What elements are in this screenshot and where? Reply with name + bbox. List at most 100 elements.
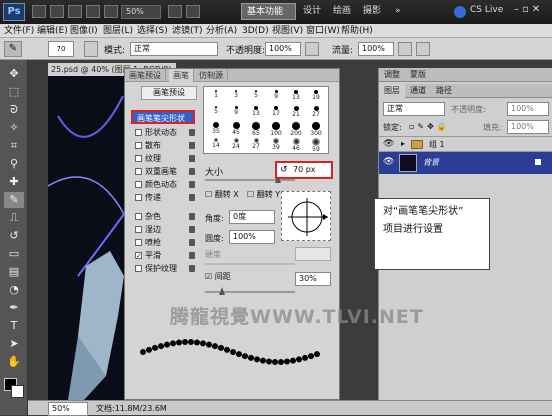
lock-icon[interactable] xyxy=(189,168,195,175)
lock-icon[interactable] xyxy=(189,265,195,272)
cs-live-icon[interactable] xyxy=(454,6,466,18)
spacing-input[interactable]: 30% xyxy=(295,272,331,286)
window-controls[interactable]: –▫✕ xyxy=(514,4,550,18)
brush-option-row[interactable]: 传递 xyxy=(135,192,205,204)
quick-select-icon[interactable]: ✧ xyxy=(4,120,24,136)
blur-tool-icon[interactable]: ◔ xyxy=(4,282,24,298)
option-checkbox[interactable]: ✓ xyxy=(135,252,142,260)
hand-icon[interactable] xyxy=(86,5,100,18)
layer-background-row[interactable]: 👁 背景 xyxy=(379,152,552,174)
tab-channels[interactable]: 通道 xyxy=(405,84,431,98)
menu-filter[interactable]: 滤镜(T) xyxy=(172,24,203,38)
arrange-docs-icon[interactable] xyxy=(168,5,182,18)
brush-option-row[interactable]: 颜色动态 xyxy=(135,179,205,191)
brush-option-row[interactable]: ✓ 平滑 xyxy=(135,250,205,262)
angle-roundness-widget[interactable] xyxy=(282,192,332,242)
brush-option-row[interactable]: 纹理 xyxy=(135,153,205,165)
menu-view[interactable]: 视图(V) xyxy=(272,24,303,38)
tab-paths[interactable]: 路径 xyxy=(431,84,457,98)
tab-adjustments[interactable]: 调整 xyxy=(379,68,405,82)
menu-layer[interactable]: 图层(L) xyxy=(103,24,133,38)
marquee-tool-icon[interactable]: ⬚ xyxy=(4,84,24,100)
brush-tip-cell[interactable]: 39 xyxy=(267,137,285,159)
bridge-icon[interactable] xyxy=(32,5,46,18)
menu-help[interactable]: 帮助(H) xyxy=(341,24,373,38)
menu-file[interactable]: 文件(F) xyxy=(4,24,34,38)
minibridge-icon[interactable] xyxy=(50,5,64,18)
flip-x-checkbox[interactable]: ☐ 翻转 X xyxy=(205,189,239,200)
workspace-essentials[interactable]: 基本功能 xyxy=(241,3,296,20)
tab-masks[interactable]: 蒙版 xyxy=(405,68,431,82)
brush-option-row[interactable]: 双重画笔 xyxy=(135,166,205,178)
brush-tip-cell[interactable]: 27 xyxy=(247,137,265,159)
background-color-swatch[interactable] xyxy=(11,385,24,398)
mode-select[interactable]: 正常 xyxy=(130,42,218,56)
lock-icon[interactable] xyxy=(189,213,195,220)
brush-option-row[interactable]: 喷枪 xyxy=(135,237,205,249)
layer-group-row[interactable]: 👁 ▸ 组 1 xyxy=(379,136,552,152)
option-checkbox[interactable] xyxy=(135,142,142,149)
brush-option-row[interactable]: 散布 xyxy=(135,140,205,152)
screen-mode-icon[interactable] xyxy=(186,5,200,18)
eyedropper-icon[interactable]: ⚲ xyxy=(4,156,24,172)
menu-analysis[interactable]: 分析(A) xyxy=(206,24,237,38)
brush-panel-toggle-icon[interactable] xyxy=(84,41,98,57)
option-checkbox[interactable] xyxy=(135,194,142,201)
option-checkbox[interactable] xyxy=(135,168,142,175)
brush-angle-preview[interactable] xyxy=(281,191,331,241)
pressure-opacity-icon[interactable] xyxy=(305,42,319,56)
workspace-photography[interactable]: 摄影 xyxy=(358,3,386,20)
flow-input[interactable]: 100% xyxy=(358,42,394,56)
airbrush-icon[interactable] xyxy=(398,42,412,56)
menu-select[interactable]: 选择(S) xyxy=(137,24,168,38)
tab-brush[interactable]: 画笔 xyxy=(169,69,194,82)
brush-option-row[interactable]: 杂色 xyxy=(135,211,205,223)
more-workspaces-icon[interactable]: » xyxy=(390,3,406,20)
brush-option-row[interactable]: 保护纹理 xyxy=(135,263,205,275)
crop-tool-icon[interactable]: ⌗ xyxy=(4,138,24,154)
option-checkbox[interactable] xyxy=(135,239,142,246)
option-checkbox[interactable] xyxy=(135,226,142,233)
eye-icon[interactable]: 👁 xyxy=(383,157,394,167)
brush-tool-icon[interactable]: ✎ xyxy=(4,41,22,57)
option-checkbox[interactable] xyxy=(135,213,142,220)
tab-layers[interactable]: 图层 xyxy=(379,84,405,98)
spacing-slider[interactable] xyxy=(205,291,295,293)
tab-brush-presets[interactable]: 画笔预设 xyxy=(125,69,166,82)
pen-tool-icon[interactable]: ✒ xyxy=(4,300,24,316)
lock-icon[interactable] xyxy=(189,239,195,246)
workspace-design[interactable]: 设计 xyxy=(298,3,326,20)
brush-tip-grid[interactable]: 1 3 5 9 13 19 5 9 13 17 21 27 35 45 65 100 200 300 14 24 27 3… xyxy=(203,86,329,154)
brush-tool-icon[interactable]: ✎ xyxy=(4,192,24,208)
fill-input[interactable]: 100% xyxy=(507,120,549,134)
brush-tip-cell[interactable]: 24 xyxy=(227,137,245,159)
flip-y-checkbox[interactable]: ☐ 翻转 Y xyxy=(247,189,280,200)
lock-icon[interactable] xyxy=(189,181,195,188)
option-checkbox[interactable] xyxy=(135,181,142,188)
history-brush-icon[interactable]: ↺ xyxy=(4,228,24,244)
brush-presets-button[interactable]: 画笔预设 xyxy=(141,86,197,100)
roundness-input[interactable]: 100% xyxy=(229,230,275,244)
brush-tip-shape-item[interactable]: 画笔笔尖形状 xyxy=(131,110,195,124)
brush-tip-cell[interactable]: 14 xyxy=(207,137,225,159)
eye-icon[interactable]: 👁 xyxy=(383,139,394,149)
lasso-tool-icon[interactable]: ᘐ xyxy=(4,102,24,118)
zoom-tool-icon[interactable] xyxy=(104,5,118,18)
brush-option-row[interactable]: 湿边 xyxy=(135,224,205,236)
menu-window[interactable]: 窗口(W) xyxy=(306,24,340,38)
reset-size-icon[interactable]: ↺ xyxy=(280,165,288,175)
lock-icon[interactable] xyxy=(189,129,195,136)
lock-icon[interactable] xyxy=(189,226,195,233)
tab-clone-source[interactable]: 仿制源 xyxy=(195,69,228,82)
document-canvas[interactable] xyxy=(48,76,130,400)
status-zoom[interactable]: 50% xyxy=(48,402,88,416)
menu-3d[interactable]: 3D(D) xyxy=(242,24,269,38)
blend-mode-select[interactable]: 正常 xyxy=(383,102,445,116)
healing-brush-icon[interactable]: ✚ xyxy=(4,174,24,190)
angle-input[interactable]: 0度 xyxy=(229,210,275,224)
opacity-input[interactable]: 100% xyxy=(265,42,301,56)
cs-live-button[interactable]: CS Live xyxy=(470,5,503,15)
lock-icons[interactable]: ▫✎✥🔒 xyxy=(409,122,450,131)
brush-tip-cell[interactable]: 59 xyxy=(307,137,325,159)
lock-icon[interactable] xyxy=(189,194,195,201)
